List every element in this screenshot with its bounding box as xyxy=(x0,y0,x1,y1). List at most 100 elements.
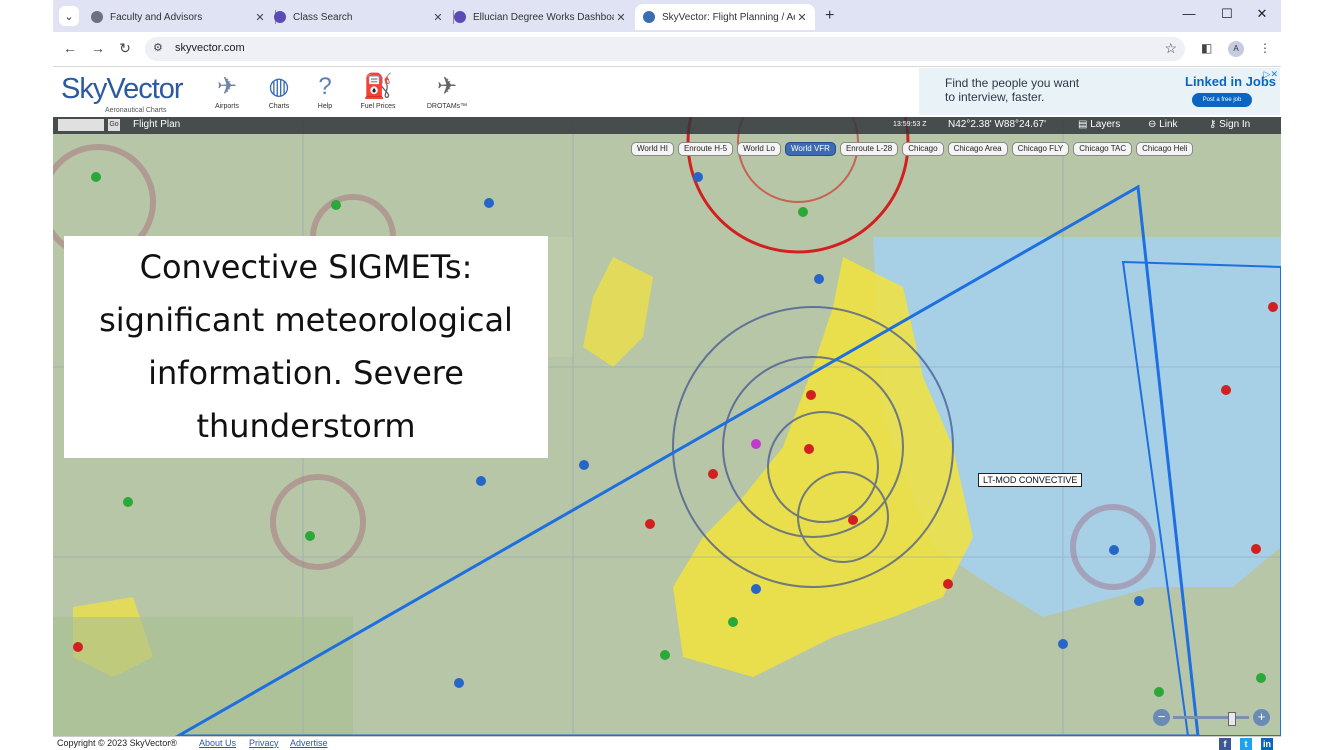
chart-selector: World HI Enroute H-5 World Lo World VFR … xyxy=(631,142,1194,156)
sign-in-button[interactable]: ⚷ Sign In xyxy=(1209,119,1250,130)
page-footer: Copyright © 2023 SkyVector® About Us Pri… xyxy=(53,736,1281,750)
forward-arrow-icon[interactable]: → xyxy=(89,40,107,56)
class-b-ring xyxy=(686,117,910,254)
ad-close-icon[interactable]: ▷✕ xyxy=(1264,69,1278,80)
drone-icon: ✈ xyxy=(436,73,458,100)
annotation-callout: Convective SIGMETs: significant meteorol… xyxy=(64,236,548,458)
tab-search-icon[interactable]: ⌄ xyxy=(59,6,79,26)
chart-button-world-hi[interactable]: World HI xyxy=(631,142,674,156)
chart-button-chicago-area[interactable]: Chicago Area xyxy=(947,142,1008,156)
close-window-icon[interactable]: ✕ xyxy=(1252,6,1272,22)
globe-favicon-icon xyxy=(91,11,103,23)
tab-skyvector[interactable]: SkyVector: Flight Planning / Aer ✕ xyxy=(635,4,815,30)
linkedin-ad[interactable]: Find the people you want to interview, f… xyxy=(919,68,1280,115)
chart-button-world-lo[interactable]: World Lo xyxy=(737,142,781,156)
nav-drotams[interactable]: ✈ DROTAMs™ xyxy=(415,71,479,110)
address-bar[interactable]: ⚙ skyvector.com ☆ xyxy=(145,37,1185,61)
nav-label: Help xyxy=(317,103,333,110)
browser-toolbar: ← → ↻ ⚙ skyvector.com ☆ ◧ A ⋮ xyxy=(53,32,1281,67)
more-menu-icon[interactable]: ⋮ xyxy=(1259,41,1271,55)
sigmet-label[interactable]: LT-MOD CONVECTIVE xyxy=(978,473,1083,487)
cursor-coordinates: N42°2.38' W88°24.67' xyxy=(948,119,1046,130)
privacy-link[interactable]: Privacy xyxy=(249,738,279,748)
chart-button-chicago-fly[interactable]: Chicago FLY xyxy=(1011,142,1070,156)
new-tab-icon[interactable]: + xyxy=(825,7,834,25)
twitter-icon[interactable]: t xyxy=(1240,738,1252,750)
globe-icon: ◍ xyxy=(268,73,290,100)
ad-line-2: to interview, faster. xyxy=(945,90,1045,104)
chart-button-chicago-heli[interactable]: Chicago Heli xyxy=(1136,142,1194,156)
tab-degree-works[interactable]: Ellucian Degree Works Dashboard ✕ xyxy=(446,4,634,30)
zoom-control: − + xyxy=(1153,709,1271,727)
link-icon: ⊖ xyxy=(1148,119,1160,130)
chart-button-enroute-h5[interactable]: Enroute H-5 xyxy=(677,142,734,156)
chart-button-world-vfr[interactable]: World VFR xyxy=(784,142,836,156)
skyvector-logo[interactable]: SkyVector Aeronautical Charts xyxy=(61,73,184,114)
flight-plan-input[interactable] xyxy=(58,119,104,131)
logo-text: SkyVector xyxy=(61,73,184,105)
tab-title: Class Search xyxy=(293,11,353,23)
university-favicon-icon xyxy=(274,11,286,23)
linkedin-icon[interactable]: in xyxy=(1261,738,1273,750)
tab-class-search[interactable]: Class Search ✕ xyxy=(266,4,451,30)
reload-icon[interactable]: ↻ xyxy=(116,40,134,57)
minimize-icon[interactable]: — xyxy=(1179,6,1199,21)
tab-faculty-advisors[interactable]: Faculty and Advisors ✕ xyxy=(83,4,273,30)
profile-avatar[interactable]: A xyxy=(1228,41,1244,57)
nav-help[interactable]: ? Help xyxy=(305,71,345,110)
maximize-icon[interactable]: ☐ xyxy=(1217,6,1237,22)
nav-label: Fuel Prices xyxy=(360,103,396,110)
chart-button-chicago[interactable]: Chicago xyxy=(902,142,944,156)
nav-label: Charts xyxy=(268,103,290,110)
university-favicon-icon xyxy=(454,11,466,23)
fuel-price-sign-icon: ⛽ xyxy=(363,73,393,100)
callout-text: Convective SIGMETs: significant meteorol… xyxy=(99,248,513,445)
zoom-slider-track[interactable] xyxy=(1173,716,1249,719)
site-settings-icon[interactable]: ⚙ xyxy=(153,41,163,54)
close-icon[interactable]: ✕ xyxy=(795,11,809,24)
help-bubble-icon: ? xyxy=(318,73,332,100)
nav-charts[interactable]: ◍ Charts xyxy=(259,71,299,110)
close-icon[interactable]: ✕ xyxy=(431,11,445,24)
flight-plan-go-button[interactable]: Go xyxy=(108,119,120,131)
nav-fuel-prices[interactable]: ⛽ Fuel Prices xyxy=(353,71,403,110)
zoom-out-button[interactable]: − xyxy=(1153,709,1170,726)
layers-label: Layers xyxy=(1090,119,1121,130)
ad-line-1: Find the people you want xyxy=(945,76,1080,90)
tab-title: Ellucian Degree Works Dashboard xyxy=(473,11,614,23)
nav-label: Airports xyxy=(214,103,240,110)
about-us-link[interactable]: About Us xyxy=(199,738,236,748)
tab-title: SkyVector: Flight Planning / Aer xyxy=(662,11,795,23)
url-text[interactable]: skyvector.com xyxy=(175,42,245,54)
nav-airports[interactable]: ✈ Airports xyxy=(207,71,247,110)
urban-area xyxy=(583,257,653,367)
ad-text: Find the people you want to interview, f… xyxy=(945,76,1079,104)
logo-tagline: Aeronautical Charts xyxy=(105,107,167,114)
close-icon[interactable]: ✕ xyxy=(253,11,267,24)
link-button[interactable]: ⊖ Link xyxy=(1148,119,1178,130)
facebook-icon[interactable]: f xyxy=(1219,738,1231,750)
side-panel-icon[interactable]: ◧ xyxy=(1201,41,1212,55)
bookmark-star-icon[interactable]: ☆ xyxy=(1164,40,1177,57)
skyvector-favicon-icon xyxy=(643,11,655,23)
zoom-slider-handle[interactable] xyxy=(1228,712,1236,726)
airplane-icon: ✈ xyxy=(216,73,238,100)
ad-cta-button[interactable]: Post a free job xyxy=(1192,93,1252,107)
layers-button[interactable]: ▤ Layers xyxy=(1078,119,1120,130)
link-label: Link xyxy=(1159,119,1178,130)
map-toolbar: Go Flight Plan 13:59:53 Z N42°2.38' W88°… xyxy=(53,117,1281,134)
zulu-clock: 13:59:53 Z xyxy=(893,121,927,128)
terrain-area xyxy=(53,617,353,736)
chart-button-enroute-l28[interactable]: Enroute L-28 xyxy=(839,142,899,156)
back-arrow-icon[interactable]: ← xyxy=(61,40,79,56)
nav-label: DROTAMs™ xyxy=(426,103,468,110)
chart-button-chicago-tac[interactable]: Chicago TAC xyxy=(1073,142,1133,156)
zoom-in-button[interactable]: + xyxy=(1253,709,1270,726)
advertise-link[interactable]: Advertise xyxy=(290,738,328,748)
flight-plan-button[interactable]: Flight Plan xyxy=(133,119,180,130)
copyright-text: Copyright © 2023 SkyVector® xyxy=(57,738,177,748)
close-icon[interactable]: ✕ xyxy=(614,11,628,24)
tab-title: Faculty and Advisors xyxy=(110,11,203,23)
tab-strip: ⌄ Faculty and Advisors ✕ Class Search ✕ … xyxy=(53,0,1281,32)
skyvector-header: SkyVector Aeronautical Charts ✈ Airports… xyxy=(53,67,1281,117)
